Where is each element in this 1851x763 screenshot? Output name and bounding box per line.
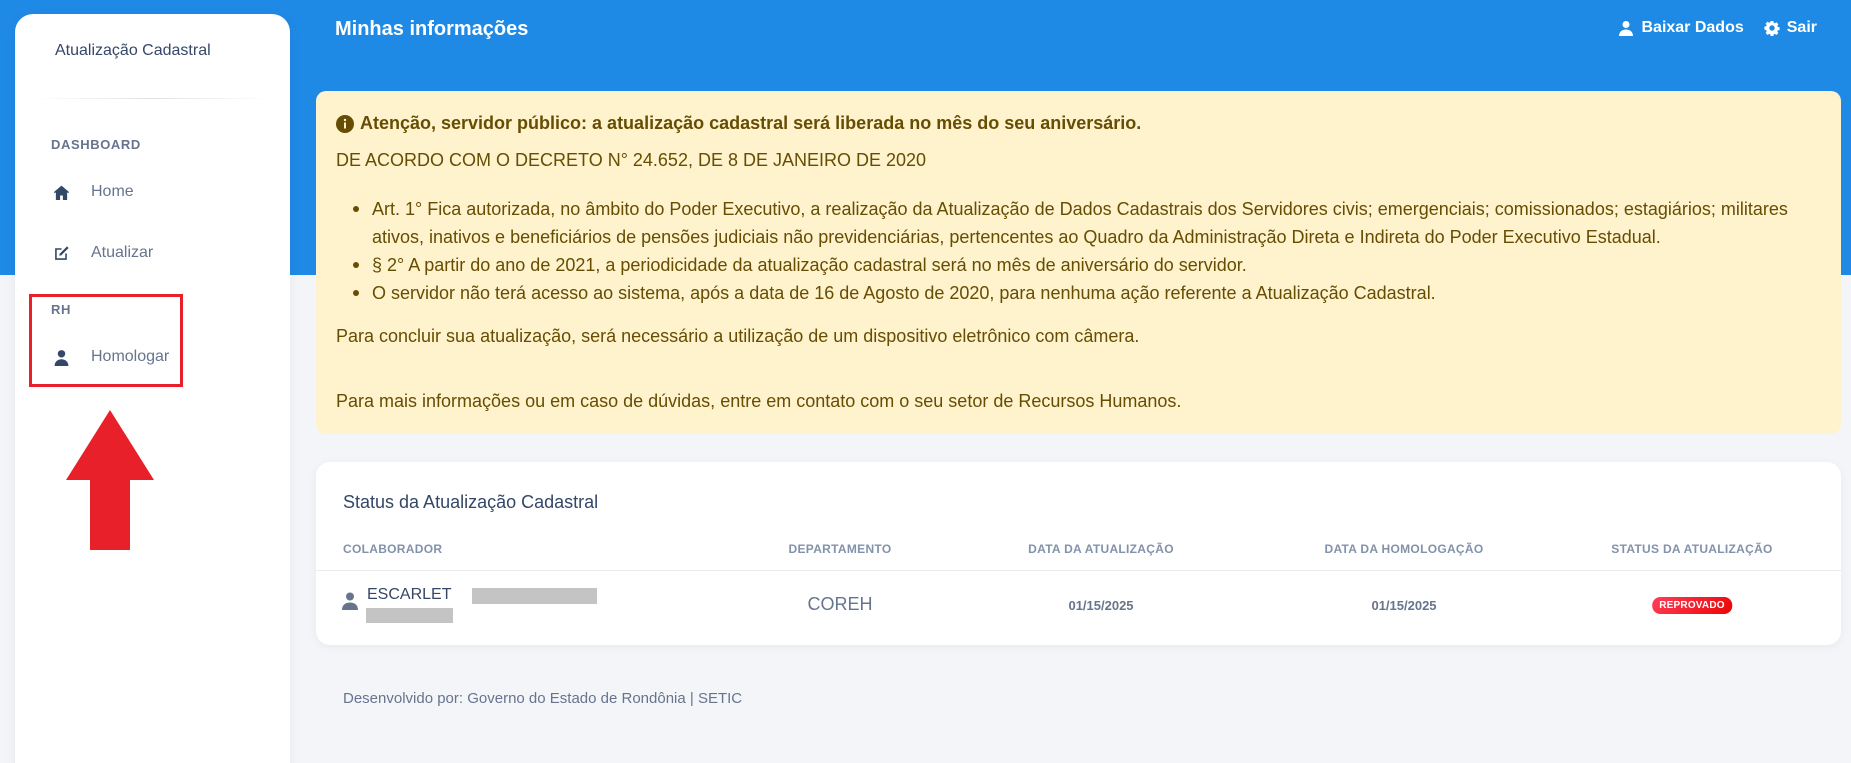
user-icon [342,592,360,612]
footer-credit: Desenvolvido por: Governo do Estado de R… [343,690,743,707]
data-atualizacao-cell: 01/15/2025 [1068,598,1134,613]
card-title: Status da Atualização Cadastral [343,492,599,512]
table-divider [316,570,1841,571]
status-badge: REPROVADO [1652,597,1732,614]
arrow-up-icon [66,410,154,550]
status-card: Status da Atualização Cadastral COLABORA… [316,462,1841,645]
info-icon [336,114,354,133]
sidebar-divider [35,98,270,99]
header-actions: Baixar Dados Sair [1618,19,1817,37]
info-alert: Atenção, servidor público: a atualização… [316,91,1841,434]
logout-label: Sair [1786,19,1817,36]
sidebar-brand[interactable]: Atualização Cadastral [55,42,211,60]
column-header-data-atualizacao: DATA DA ATUALIZAÇÃO [1028,542,1174,556]
column-header-data-homologacao: DATA DA HOMOLOGAÇÃO [1324,542,1484,556]
alert-list: Art. 1° Fica autorizada, no âmbito do Po… [336,195,1825,307]
colaborador-name: ESCARLET [367,586,452,603]
logout-button[interactable]: Sair [1764,19,1817,37]
highlight-box-annotation [29,294,183,387]
section-label-dashboard: DASHBOARD [51,137,141,152]
sidebar: Atualização Cadastral DASHBOARD Home Atu… [15,14,290,763]
edit-icon [51,243,71,263]
column-header-colaborador: COLABORADOR [343,542,443,556]
alert-subtitle: DE ACORDO COM O DECRETO N° 24.652, DE 8 … [336,150,927,170]
data-homologacao-cell: 01/15/2025 [1371,598,1437,613]
user-icon [1619,21,1634,36]
column-header-status: STATUS DA ATUALIZAÇÃO [1611,542,1773,556]
download-data-button[interactable]: Baixar Dados [1618,19,1744,37]
redacted-id [366,608,453,623]
list-item: O servidor não terá acesso ao sistema, a… [336,279,1825,307]
list-item: § 2° A partir do ano de 2021, a periodic… [336,251,1825,279]
sidebar-item-label: Atualizar [91,244,154,261]
page-title: Minhas informações [335,18,529,40]
download-data-label: Baixar Dados [1641,19,1744,36]
sidebar-item-home[interactable]: Home [51,182,134,202]
alert-title: Atenção, servidor público: a atualização… [336,113,1141,134]
gear-icon [1764,21,1780,36]
redacted-surname [472,588,597,604]
sidebar-item-label: Home [91,183,134,200]
alert-title-text: Atenção, servidor público: a atualização… [360,113,1142,133]
list-item: Art. 1° Fica autorizada, no âmbito do Po… [336,195,1825,251]
alert-paragraph-camera: Para concluir sua atualização, será nece… [336,326,1140,346]
departamento-cell: COREH [807,594,873,614]
home-icon [51,182,71,202]
alert-paragraph-contact: Para mais informações ou em caso de dúvi… [336,391,1182,411]
sidebar-item-atualizar[interactable]: Atualizar [51,243,153,263]
column-header-departamento: DEPARTAMENTO [788,542,892,556]
